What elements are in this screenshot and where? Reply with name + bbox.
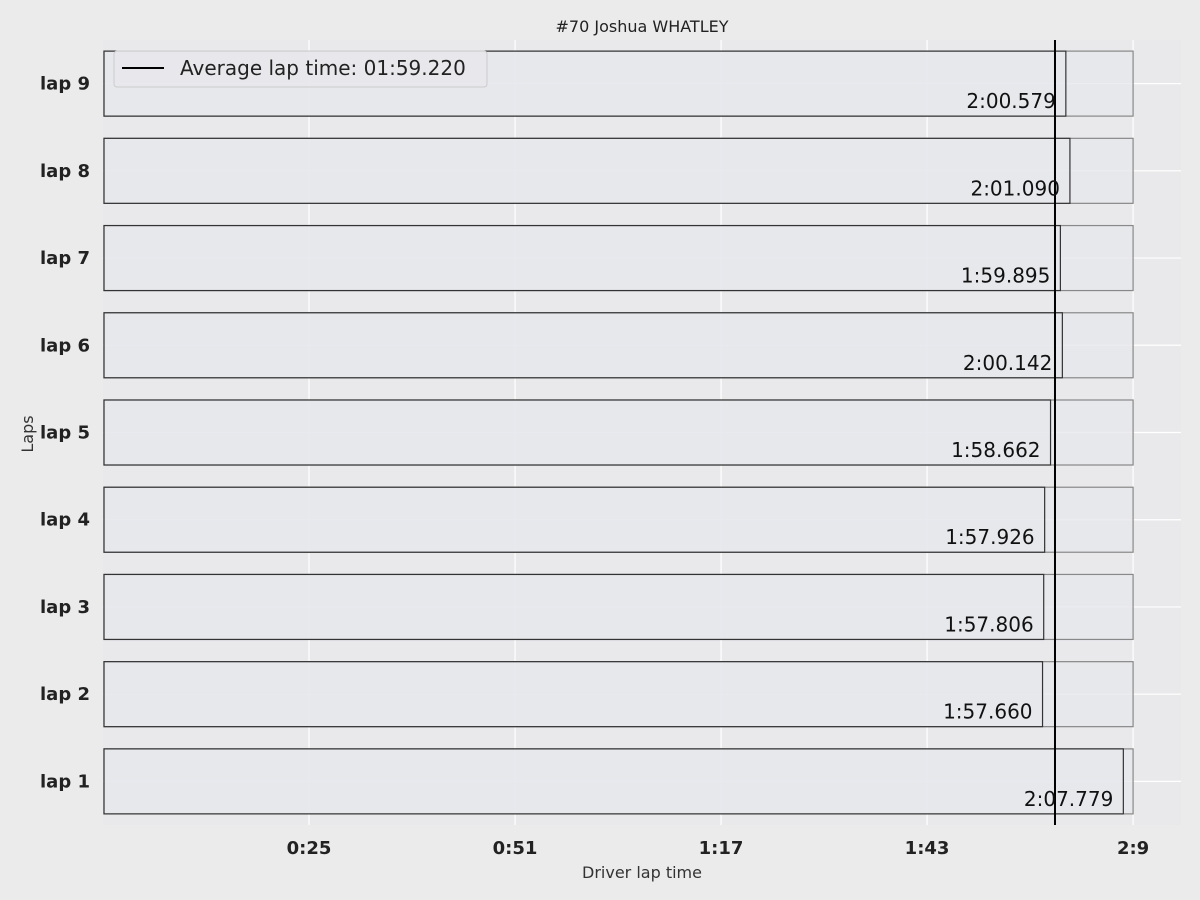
- y-tick-5: lap 5: [40, 423, 90, 444]
- x-tick-2: 1:17: [699, 838, 744, 859]
- x-axis-label: Driver lap time: [582, 863, 702, 882]
- data-label-1: 2:07.779: [1024, 787, 1113, 811]
- x-tick-3: 1:43: [905, 838, 950, 859]
- x-tick-0: 0:25: [287, 838, 332, 859]
- data-label-3: 1:57.806: [944, 612, 1033, 636]
- y-tick-6: lap 6: [40, 335, 90, 356]
- lap-bar-1: [103, 748, 1124, 815]
- data-label-6: 2:00.142: [963, 351, 1052, 375]
- lap-bar-3: [103, 573, 1045, 641]
- y-tick-9: lap 9: [40, 74, 90, 95]
- data-label-9: 2:00.579: [966, 89, 1055, 113]
- lap-bar-4: [103, 486, 1046, 553]
- data-label-7: 1:59.895: [961, 264, 1050, 288]
- lap-bar-7: [103, 224, 1061, 292]
- y-tick-1: lap 1: [40, 771, 90, 792]
- data-label-2: 1:57.660: [943, 700, 1032, 724]
- lap-bar-8: [103, 137, 1071, 204]
- x-tick-1: 0:51: [493, 838, 538, 859]
- data-label-8: 2:01.090: [970, 176, 1059, 200]
- y-tick-4: lap 4: [40, 510, 90, 531]
- y-tick-labels: lap 1 lap 2 lap 3 lap 4 lap 5 lap 6 lap 7 lap 8…: [40, 74, 90, 793]
- x-tick-4: 2:9: [1117, 838, 1149, 859]
- y-tick-8: lap 8: [40, 161, 90, 182]
- y-tick-2: lap 2: [40, 684, 90, 705]
- legend-average-label: Average lap time: 01:59.220: [180, 56, 466, 80]
- lap-time-chart: 2:07.779 1:57.660 1:57.806 1:57.926 1:58.662…: [0, 0, 1200, 900]
- legend: Average lap time: 01:59.220: [113, 50, 488, 88]
- y-tick-3: lap 3: [40, 597, 90, 618]
- data-label-5: 1:58.662: [951, 438, 1040, 462]
- lap-bar-2: [103, 661, 1044, 728]
- lap-bar-6: [103, 312, 1063, 379]
- chart-title: #70 Joshua WHATLEY: [556, 17, 729, 36]
- y-tick-7: lap 7: [40, 248, 90, 269]
- y-axis-label: Laps: [18, 415, 37, 452]
- lap-bar-5: [103, 399, 1052, 466]
- data-label-4: 1:57.926: [945, 525, 1034, 549]
